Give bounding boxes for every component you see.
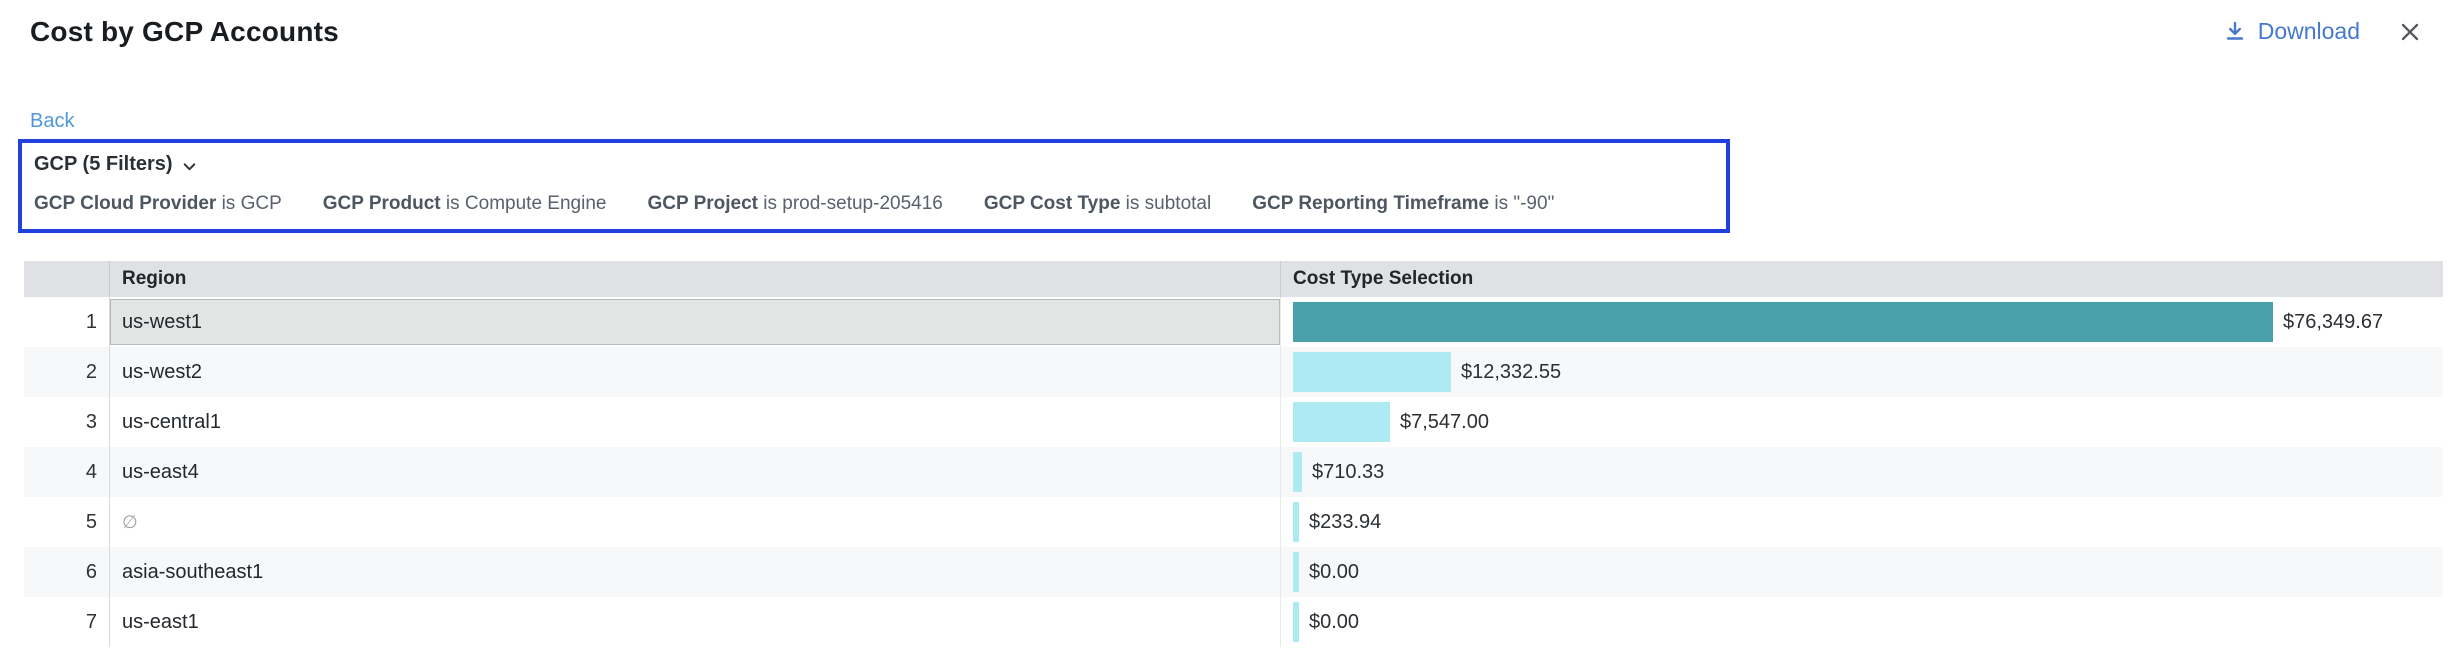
region-label: us-east4 <box>122 461 199 484</box>
filter-condition: is Compute Engine <box>441 193 607 214</box>
column-header-index <box>24 261 110 297</box>
cost-cell: $710.33 <box>1281 447 2443 497</box>
region-cell[interactable]: us-west2 <box>110 347 1281 397</box>
region-cell[interactable]: us-east4 <box>110 447 1281 497</box>
download-label: Download <box>2258 18 2360 45</box>
filter-list: GCP Cloud Provider is GCP GCP Product is … <box>32 193 1714 215</box>
download-icon <box>2224 20 2246 44</box>
filter-condition: is "-90" <box>1489 193 1554 214</box>
column-header-region[interactable]: Region <box>110 261 1281 297</box>
region-cell[interactable]: asia-southeast1 <box>110 547 1281 597</box>
row-number: 3 <box>24 397 110 447</box>
cost-cell: $7,547.00 <box>1281 397 2443 447</box>
table-row: 3 us-central1 $7,547.00 <box>24 397 2443 447</box>
region-cell[interactable]: us-central1 <box>110 397 1281 447</box>
cost-bar[interactable] <box>1293 602 1299 642</box>
cost-value: $233.94 <box>1309 511 1381 534</box>
region-label: us-central1 <box>122 411 221 434</box>
filter-item[interactable]: GCP Project is prod-setup-205416 <box>647 193 942 215</box>
region-label: asia-southeast1 <box>122 561 263 584</box>
table-row: 7 us-east1 $0.00 <box>24 597 2443 647</box>
top-actions: Download <box>2224 16 2422 45</box>
row-number: 6 <box>24 547 110 597</box>
filter-condition: is prod-setup-205416 <box>758 193 943 214</box>
cost-bar[interactable] <box>1293 552 1299 592</box>
row-number: 5 <box>24 497 110 547</box>
filter-summary-dropdown[interactable]: GCP (5 Filters) <box>32 153 198 176</box>
cost-cell: $0.00 <box>1281 597 2443 647</box>
row-number: 1 <box>24 297 110 347</box>
table-row: 1 us-west1 $76,349.67 <box>24 297 2443 347</box>
cost-cell: $76,349.67 <box>1281 297 2443 347</box>
chevron-down-icon <box>181 155 198 175</box>
filter-field: GCP Product <box>323 193 441 214</box>
cost-cell: $0.00 <box>1281 547 2443 597</box>
region-cell[interactable]: ∅ <box>110 497 1281 547</box>
cost-value: $0.00 <box>1309 561 1359 584</box>
cost-bar[interactable] <box>1293 502 1299 542</box>
close-icon[interactable] <box>2398 20 2422 44</box>
region-label: ∅ <box>122 512 138 533</box>
region-cell[interactable]: us-east1 <box>110 597 1281 647</box>
region-label: us-west2 <box>122 361 202 384</box>
table-header-row: Region Cost Type Selection <box>24 261 2443 297</box>
table-row: 6 asia-southeast1 $0.00 <box>24 547 2443 597</box>
column-header-cost-type-selection[interactable]: Cost Type Selection <box>1281 261 2443 297</box>
filter-item[interactable]: GCP Product is Compute Engine <box>323 193 607 215</box>
filter-field: GCP Project <box>647 193 758 214</box>
filter-item[interactable]: GCP Reporting Timeframe is "-90" <box>1252 193 1554 215</box>
cost-bar[interactable] <box>1293 352 1451 392</box>
table-body: 1 us-west1 $76,349.67 2 us-west2 $12,332… <box>24 297 2443 647</box>
page-title: Cost by GCP Accounts <box>30 16 339 48</box>
filter-condition: is subtotal <box>1120 193 1211 214</box>
filter-panel: GCP (5 Filters) GCP Cloud Provider is GC… <box>18 139 1730 233</box>
cost-report-panel: Cost by GCP Accounts Download Back <box>0 0 2448 672</box>
cost-cell: $12,332.55 <box>1281 347 2443 397</box>
region-label: us-east1 <box>122 611 199 634</box>
cost-value: $12,332.55 <box>1461 361 1561 384</box>
filter-summary-label: GCP (5 Filters) <box>34 153 173 176</box>
cost-bar[interactable] <box>1293 452 1302 492</box>
cost-value: $76,349.67 <box>2283 311 2383 334</box>
filter-item[interactable]: GCP Cloud Provider is GCP <box>34 193 282 215</box>
filter-field: GCP Cloud Provider <box>34 193 216 214</box>
filter-condition: is GCP <box>216 193 281 214</box>
region-cell[interactable]: us-west1 <box>110 297 1281 347</box>
row-number: 7 <box>24 597 110 647</box>
filter-field: GCP Cost Type <box>984 193 1121 214</box>
row-number: 4 <box>24 447 110 497</box>
table-row: 5 ∅ $233.94 <box>24 497 2443 547</box>
filter-field: GCP Reporting Timeframe <box>1252 193 1489 214</box>
cost-value: $710.33 <box>1312 461 1384 484</box>
cost-bar[interactable] <box>1293 302 2273 342</box>
region-label: us-west1 <box>122 311 202 334</box>
download-button[interactable]: Download <box>2224 18 2360 45</box>
cost-bar[interactable] <box>1293 402 1390 442</box>
filter-item[interactable]: GCP Cost Type is subtotal <box>984 193 1211 215</box>
table-row: 4 us-east4 $710.33 <box>24 447 2443 497</box>
cost-cell: $233.94 <box>1281 497 2443 547</box>
row-number: 2 <box>24 347 110 397</box>
top-bar: Cost by GCP Accounts Download <box>0 0 2448 48</box>
cost-value: $0.00 <box>1309 611 1359 634</box>
cost-table: Region Cost Type Selection 1 us-west1 $7… <box>24 261 2443 647</box>
cost-value: $7,547.00 <box>1400 411 1489 434</box>
table-row: 2 us-west2 $12,332.55 <box>24 347 2443 397</box>
back-link[interactable]: Back <box>30 110 74 133</box>
